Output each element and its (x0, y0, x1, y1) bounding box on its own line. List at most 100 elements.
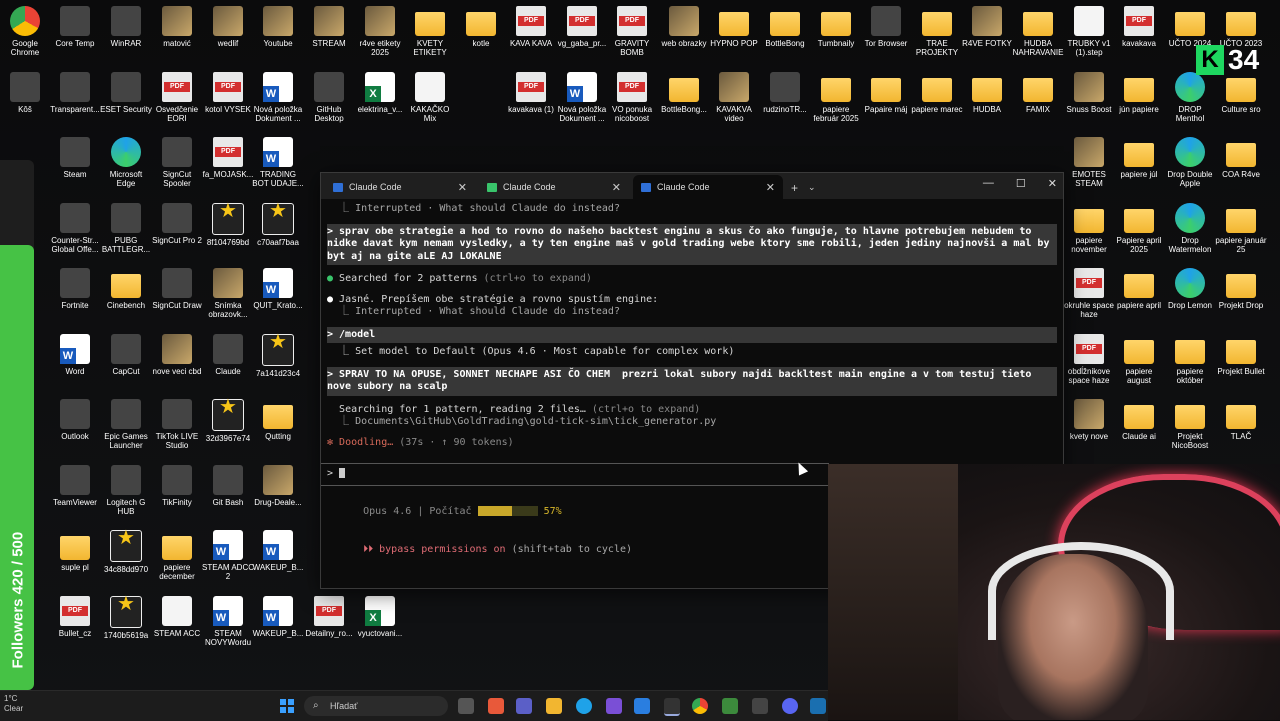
desktop-icon[interactable]: R4VE FOTKY (961, 6, 1013, 48)
desktop-icon[interactable]: r4ve etikety 2025 (354, 6, 406, 57)
tab-claude-code-3[interactable]: Claude Code ✕ (633, 175, 783, 199)
desktop-icon[interactable]: WAKEUP_B... (252, 530, 304, 572)
desktop-icon[interactable]: Osvedčenie EORI (151, 71, 203, 123)
desktop-icon[interactable]: TikFinity (151, 464, 203, 507)
desktop-icon[interactable]: 1740b5619a (100, 595, 152, 640)
desktop-icon[interactable]: STEAM ACC (151, 595, 203, 638)
desktop-icon[interactable]: KAKAČKO Mix (404, 71, 456, 123)
desktop-icon[interactable]: HYPNO POP (708, 6, 760, 48)
desktop-icon[interactable]: 8f104769bd (202, 202, 254, 247)
desktop-icon[interactable]: Drop Lemon (1164, 268, 1216, 310)
desktop-icon[interactable]: papiere február 2025 (810, 72, 862, 123)
desktop-icon[interactable]: COA R4ve (1215, 137, 1267, 179)
desktop-icon[interactable]: Google Chrome (0, 6, 51, 57)
app-icon[interactable] (810, 698, 826, 714)
desktop-icon[interactable]: TRUBKY v1 (1).step (1063, 6, 1115, 57)
desktop-icon[interactable]: Qutting (252, 399, 304, 441)
desktop-icon[interactable]: papiere april (1113, 268, 1165, 310)
desktop-icon[interactable]: TeamViewer (49, 464, 101, 507)
desktop-icon[interactable]: Microsoft Edge (100, 137, 152, 188)
edge-icon[interactable] (576, 698, 592, 714)
desktop-icon[interactable]: TRAE PROJEKTY (911, 6, 963, 57)
desktop-icon[interactable]: Git Bash (202, 464, 254, 507)
desktop-icon[interactable]: Claude ai (1113, 399, 1165, 441)
claude-taskbar-icon[interactable] (488, 698, 504, 714)
desktop-icon[interactable]: Outlook (49, 399, 101, 441)
desktop-icon[interactable]: Culture sro (1215, 72, 1267, 114)
store-icon[interactable] (634, 698, 650, 714)
desktop-icon[interactable]: papiere marec (911, 72, 963, 114)
desktop-icon[interactable]: TikTok LIVE Studio (151, 399, 203, 450)
chevron-down-icon[interactable]: ⌄ (808, 182, 816, 193)
desktop-icon[interactable]: kavakava (1) (505, 71, 557, 114)
maximize-button[interactable]: ☐ (1016, 177, 1026, 190)
desktop-icon[interactable]: 7a141d23c4 (252, 333, 304, 378)
desktop-icon[interactable]: Nová položka Dokument ... (556, 71, 608, 123)
desktop-icon[interactable]: nove veci cbd (151, 333, 203, 376)
desktop-icon[interactable]: vyuctovani... (354, 595, 406, 638)
desktop-icon[interactable]: Epic Games Launcher (100, 399, 152, 450)
desktop-icon[interactable]: kvety nove (1063, 399, 1115, 441)
desktop-icon[interactable]: BottleBong (759, 6, 811, 48)
desktop-icon[interactable]: EMOTES STEAM (1063, 137, 1115, 188)
desktop-icon[interactable]: GRAVITY BOMB (606, 6, 658, 57)
teams-icon[interactable] (516, 698, 532, 714)
desktop-icon[interactable]: Snuss Boost (1063, 71, 1115, 114)
desktop-icon[interactable]: papiere august (1113, 334, 1165, 385)
desktop-icon[interactable]: kavakava (1113, 6, 1165, 48)
desktop-icon[interactable]: matović (151, 6, 203, 48)
desktop-icon[interactable]: Drop Double Apple (1164, 137, 1216, 188)
start-button[interactable] (280, 699, 294, 713)
close-icon[interactable]: ✕ (766, 181, 775, 194)
close-window-button[interactable]: ✕ (1048, 177, 1057, 190)
desktop-icon[interactable]: UČTO 2024 (1164, 6, 1216, 48)
chrome-icon[interactable] (692, 698, 708, 714)
desktop-icon[interactable]: VO ponuka nicoboost (606, 71, 658, 123)
desktop-icon[interactable]: ESET Security (100, 71, 152, 114)
prompt-input[interactable]: > (321, 463, 829, 486)
desktop-icon[interactable]: STREAM (303, 6, 355, 48)
github-icon[interactable] (752, 698, 768, 714)
new-tab-button[interactable]: + (791, 181, 798, 195)
tab-claude-code-2[interactable]: Claude Code ✕ (479, 175, 629, 199)
file-explorer-icon[interactable] (546, 698, 562, 714)
desktop-icon[interactable]: Projekt NicoBoost (1164, 399, 1216, 450)
desktop-icon[interactable]: HUDBA NAHRAVANIE (1012, 6, 1064, 57)
desktop-icon[interactable]: papiere október (1164, 334, 1216, 385)
desktop-icon[interactable]: KAVAKVA video (708, 71, 760, 123)
desktop-icon[interactable]: Drop Watermelon (1164, 202, 1216, 254)
desktop-icon[interactable]: Steam (49, 137, 101, 179)
desktop-icon[interactable]: KVETY ETIKETY (404, 6, 456, 57)
desktop-icon[interactable]: okruhle space haze (1063, 268, 1115, 319)
desktop-icon[interactable]: obdĺžnikove space haze (1063, 333, 1115, 385)
desktop-icon[interactable]: SignCut Spooler (151, 137, 203, 188)
desktop-icon[interactable]: Papiere april 2025 (1113, 203, 1165, 254)
desktop-icon[interactable]: SignCut Pro 2 (151, 202, 203, 245)
desktop-icon[interactable]: Detailny_ro... (303, 595, 355, 638)
desktop-icon[interactable]: Papaire máj (860, 72, 912, 114)
desktop-icon[interactable]: fa_MOJASK... (202, 137, 254, 179)
discord-icon[interactable] (782, 698, 798, 714)
desktop-icon[interactable]: 32d3967e74 (202, 399, 254, 443)
desktop-icon[interactable]: DROP Menthol (1164, 71, 1216, 123)
desktop-icon[interactable]: STEAM ADCC 2 (202, 530, 254, 581)
desktop-icon[interactable]: UČTO 2023 (1215, 6, 1267, 48)
desktop-icon[interactable]: kotle (455, 6, 507, 48)
taskbar-search[interactable]: ⌕ Hľadať (304, 696, 448, 716)
desktop-icon[interactable]: papiere január 25 (1215, 203, 1267, 254)
desktop-icon[interactable]: KAVA KAVA (505, 6, 557, 48)
desktop-icon[interactable]: Tor Browser (860, 6, 912, 48)
desktop-icon[interactable]: CapCut (100, 333, 152, 376)
desktop-icon[interactable]: papiere júl (1113, 137, 1165, 179)
desktop-icon[interactable]: STEAM NOVYWordu (202, 595, 254, 647)
desktop-icon[interactable]: GitHub Desktop (303, 71, 355, 123)
desktop-icon[interactable]: Nová položka Dokument ... (252, 71, 304, 123)
desktop-icon[interactable]: Transparent... (49, 71, 101, 114)
desktop-icon[interactable]: kotol VYSEK (202, 71, 254, 114)
desktop-icon[interactable]: vg_gaba_pr... (556, 6, 608, 48)
desktop-icon[interactable]: suple pl (49, 530, 101, 572)
desktop-icon[interactable]: SignCut Draw (151, 268, 203, 310)
desktop-icon[interactable]: Fortnite (49, 268, 101, 310)
desktop-icon[interactable]: 34c88dd970 (100, 530, 152, 574)
tab-claude-code-1[interactable]: Claude Code ✕ (325, 175, 475, 199)
